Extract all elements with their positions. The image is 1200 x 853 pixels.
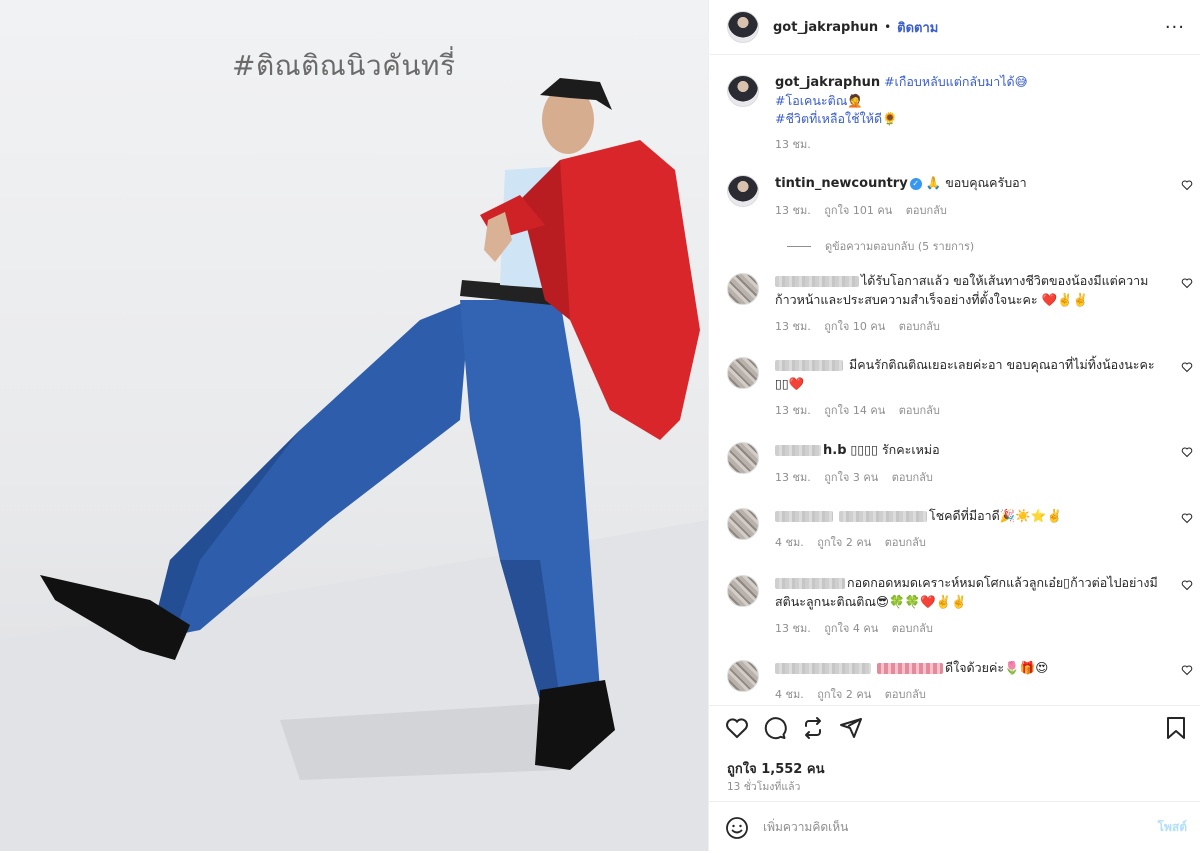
replies-line [787, 245, 811, 247]
comment-text: 🙏 ขอบคุณครับอา [925, 175, 1027, 190]
comment-item: h.b ▯▯▯▯ รักคะเหม่อ 13 ชม. ถูกใจ 3 คน ตอ… [727, 440, 1197, 487]
comment-time: 4 ชม. [775, 536, 804, 549]
reply-button[interactable]: ตอบกลับ [892, 622, 933, 635]
blurred-text [876, 663, 943, 674]
comment-time: 13 ชม. [775, 320, 811, 333]
photo-overlay-hashtag: #ติณติณนิวคันทรี่ [232, 49, 456, 82]
comment-icon[interactable] [763, 716, 787, 740]
blurred-username [775, 511, 833, 522]
comment-text: ดีใจด้วยค่ะ🌷🎁😍 [944, 660, 1049, 675]
post-actions: ถูกใจ 1,552 คน 13 ชั่วโมงที่แล้ว เพิ่มคว… [709, 705, 1200, 852]
commenter-avatar[interactable] [727, 175, 759, 207]
comment-item: tintin_newcountry ✓ 🙏 ขอบคุณครับอา 13 ชม.… [727, 173, 1197, 220]
comments-list[interactable]: got_jakraphun #เกือบหลับแต่กลับมาได้😅 #โ… [709, 55, 1200, 705]
add-comment-row: เพิ่มความคิดเห็น โพสต์ [709, 801, 1200, 853]
blurred-username [775, 663, 871, 674]
share-icon[interactable] [801, 716, 825, 740]
blurred-username [775, 578, 845, 589]
reply-button[interactable]: ตอบกลับ [892, 471, 933, 484]
view-replies[interactable]: ดูข้อความตอบกลับ (5 รายการ) [787, 237, 974, 255]
comment-item: กอดกอดหมดเคราะห์หมดโศกแล้วลูกเอ๋ย▯ก้าวต่… [727, 573, 1197, 638]
heart-icon[interactable] [1181, 579, 1193, 591]
caption-time: 13 ชม. [775, 138, 811, 151]
commenter-avatar[interactable] [727, 508, 759, 540]
add-comment-input[interactable]: เพิ่มความคิดเห็น [763, 818, 848, 837]
smile-icon[interactable] [725, 816, 749, 840]
comment-time: 4 ชม. [775, 688, 804, 701]
heart-icon[interactable] [1181, 179, 1193, 191]
caption-username[interactable]: got_jakraphun [775, 75, 880, 90]
comment-likes[interactable]: ถูกใจ 2 คน [817, 688, 871, 701]
comment-time: 13 ชม. [775, 404, 811, 417]
comment-likes[interactable]: ถูกใจ 101 คน [824, 204, 892, 217]
comment-likes[interactable]: ถูกใจ 4 คน [824, 622, 878, 635]
comment-text: ▯▯▯▯ รักคะเหม่อ [850, 442, 940, 457]
commenter-username[interactable]: tintin_newcountry [775, 176, 908, 191]
blurred-username [838, 511, 927, 522]
post-viewer: #ติณติณนิวคันทรี่ got_jakraphun • ติดตาม… [0, 0, 1200, 851]
post-side-panel: got_jakraphun • ติดตาม ··· got_jakraphun… [708, 0, 1200, 851]
bookmark-icon[interactable] [1165, 716, 1187, 740]
reply-button[interactable]: ตอบกลับ [899, 320, 940, 333]
caption-tag-3[interactable]: #ชีวิตที่เหลือใช้ให้ดี🌻 [775, 111, 898, 126]
commenter-avatar[interactable] [727, 273, 759, 305]
reply-button[interactable]: ตอบกลับ [885, 688, 926, 701]
more-icon[interactable]: ··· [1165, 17, 1185, 38]
blurred-username [775, 360, 843, 371]
reply-button[interactable]: ตอบกลับ [885, 536, 926, 549]
likes-count[interactable]: ถูกใจ 1,552 คน [727, 758, 824, 779]
reply-button[interactable]: ตอบกลับ [906, 204, 947, 217]
comment-time: 13 ชม. [775, 204, 811, 217]
photo-illustration [0, 78, 708, 851]
comment-item: มีคนรักติณติณเยอะเลยค่ะอา ขอบคุณอาที่ไม่… [727, 355, 1197, 420]
caption: got_jakraphun #เกือบหลับแต่กลับมาได้😅 #โ… [727, 73, 1028, 154]
commenter-avatar[interactable] [727, 575, 759, 607]
blurred-username [775, 445, 821, 456]
heart-icon[interactable] [1181, 664, 1193, 676]
view-replies-label[interactable]: ดูข้อความตอบกลับ (5 รายการ) [825, 237, 974, 255]
caption-avatar[interactable] [727, 75, 759, 107]
heart-icon[interactable] [1181, 446, 1193, 458]
author-username[interactable]: got_jakraphun [773, 20, 878, 35]
heart-icon[interactable] [1181, 361, 1193, 373]
comment-item: ได้รับโอกาสแล้ว ขอให้เส้นทางชีวิตของน้อง… [727, 271, 1197, 336]
blurred-username [775, 276, 859, 287]
commenter-avatar[interactable] [727, 442, 759, 474]
author-avatar[interactable] [727, 11, 759, 43]
like-heart-icon[interactable] [725, 716, 749, 740]
comment-likes[interactable]: ถูกใจ 2 คน [817, 536, 871, 549]
heart-icon[interactable] [1181, 277, 1193, 289]
post-header: got_jakraphun • ติดตาม ··· [709, 0, 1200, 55]
commenter-avatar[interactable] [727, 660, 759, 692]
commenter-username[interactable]: h.b [823, 443, 847, 458]
comment-item: โชคดีที่มีอาดี🎉☀️⭐✌️ 4 ชม. ถูกใจ 2 คน ตอ… [727, 506, 1197, 552]
comment-time: 13 ชม. [775, 471, 811, 484]
post-photo[interactable]: #ติณติณนิวคันทรี่ [0, 0, 708, 851]
heart-icon[interactable] [1181, 512, 1193, 524]
commenter-avatar[interactable] [727, 357, 759, 389]
header-separator: • [884, 20, 892, 34]
comment-likes[interactable]: ถูกใจ 10 คน [824, 320, 885, 333]
posted-time: 13 ชั่วโมงที่แล้ว [727, 781, 801, 793]
verified-icon: ✓ [909, 177, 922, 190]
comment-item: ดีใจด้วยค่ะ🌷🎁😍 4 ชม. ถูกใจ 2 คน ตอบกลับ [727, 658, 1197, 704]
comment-likes[interactable]: ถูกใจ 14 คน [824, 404, 885, 417]
caption-tag-1[interactable]: #เกือบหลับแต่กลับมาได้😅 [884, 74, 1028, 89]
post-comment-button[interactable]: โพสต์ [1158, 818, 1187, 837]
caption-tag-2[interactable]: #โอเคนะติณ🤦 [775, 93, 863, 108]
follow-button[interactable]: ติดตาม [897, 17, 938, 38]
reply-button[interactable]: ตอบกลับ [899, 404, 940, 417]
comment-likes[interactable]: ถูกใจ 3 คน [824, 471, 878, 484]
comment-time: 13 ชม. [775, 622, 811, 635]
comment-text: โชคดีที่มีอาดี🎉☀️⭐✌️ [928, 508, 1063, 523]
send-icon[interactable] [839, 716, 863, 740]
